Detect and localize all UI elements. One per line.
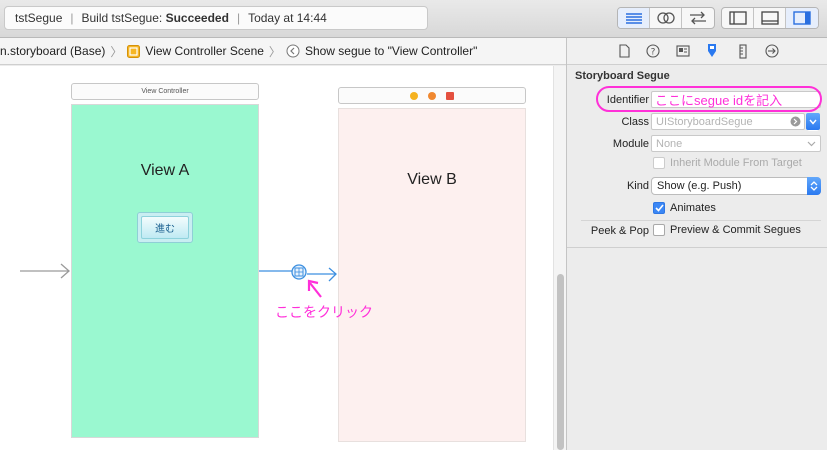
editor-version-button[interactable] xyxy=(682,8,714,28)
tab-connections-inspector[interactable] xyxy=(764,43,780,59)
divider xyxy=(567,247,827,248)
editor-version-icon xyxy=(690,11,706,25)
debug-toggle-button[interactable] xyxy=(754,8,786,28)
utilities-toggle-icon xyxy=(793,11,811,25)
checkmark-icon xyxy=(654,204,664,212)
canvas-overlay xyxy=(20,263,337,298)
peek-pop-checkbox[interactable]: Preview & Commit Segues xyxy=(653,224,801,236)
canvas-vertical-scrollbar[interactable] xyxy=(553,66,566,450)
inherit-module-box xyxy=(653,157,665,169)
initial-entry-arrow xyxy=(20,263,70,279)
navigator-toggle-icon xyxy=(728,11,747,25)
updown-chevron-icon xyxy=(810,181,818,191)
editor-assistant-icon xyxy=(656,12,675,24)
inherit-module-checkbox[interactable]: Inherit Module From Target xyxy=(653,157,802,169)
tab-size-inspector[interactable] xyxy=(735,43,751,59)
attributes-icon xyxy=(708,44,716,57)
identifier-annotation: ここにsegue idを記入 xyxy=(655,93,783,108)
module-placeholder: None xyxy=(656,137,683,150)
peek-pop-box xyxy=(653,224,665,236)
click-annotation: ここをクリック xyxy=(275,304,373,320)
file-icon xyxy=(618,44,630,58)
module-label: Module xyxy=(612,138,649,150)
kind-popup[interactable]: Show (e.g. Push) xyxy=(651,177,821,195)
utilities-toggle-button[interactable] xyxy=(786,8,818,28)
editor-standard-button[interactable] xyxy=(618,8,650,28)
identity-icon xyxy=(676,45,690,57)
animates-checkbox[interactable]: Animates xyxy=(653,202,716,214)
class-field[interactable]: UIStoryboardSegue xyxy=(651,113,805,130)
editor-mode-group xyxy=(617,7,715,29)
inspector-heading: Storyboard Segue xyxy=(575,70,670,82)
inspector-tabs: ? xyxy=(567,38,827,65)
navigator-toggle-button[interactable] xyxy=(722,8,754,28)
animates-box xyxy=(653,202,665,214)
segue-node-icon[interactable] xyxy=(291,264,307,280)
help-icon: ? xyxy=(646,44,660,58)
chevron-down-icon xyxy=(809,119,817,125)
connections-icon xyxy=(765,44,779,58)
kind-value: Show (e.g. Push) xyxy=(657,180,742,192)
tab-identity-inspector[interactable] xyxy=(675,43,691,59)
divider xyxy=(581,220,821,221)
kind-popup-arrows xyxy=(807,177,821,195)
tab-attributes-inspector[interactable] xyxy=(704,43,720,59)
tab-file-inspector[interactable] xyxy=(616,43,632,59)
inherit-module-label: Inherit Module From Target xyxy=(670,157,802,169)
editor-assistant-button[interactable] xyxy=(650,8,682,28)
editor-standard-icon xyxy=(625,13,642,24)
debug-toggle-icon xyxy=(760,11,779,25)
scrollbar-thumb[interactable] xyxy=(557,274,564,450)
kind-label: Kind xyxy=(626,180,649,192)
chevron-down-icon xyxy=(807,141,816,147)
annotation-arrow xyxy=(307,279,322,298)
tab-quick-help[interactable]: ? xyxy=(645,43,661,59)
arrow-circle-icon[interactable] xyxy=(790,116,801,127)
peek-pop-value-label: Preview & Commit Segues xyxy=(670,224,801,236)
module-field[interactable]: None xyxy=(651,135,821,152)
class-label: Class xyxy=(621,116,649,128)
size-icon xyxy=(739,43,747,59)
class-placeholder: UIStoryboardSegue xyxy=(656,115,753,128)
view-toggle-group xyxy=(721,7,819,29)
class-dropdown-button[interactable] xyxy=(806,113,820,131)
svg-text:?: ? xyxy=(651,48,656,58)
animates-label: Animates xyxy=(670,202,716,214)
peek-pop-label: Peek & Pop xyxy=(590,225,649,237)
